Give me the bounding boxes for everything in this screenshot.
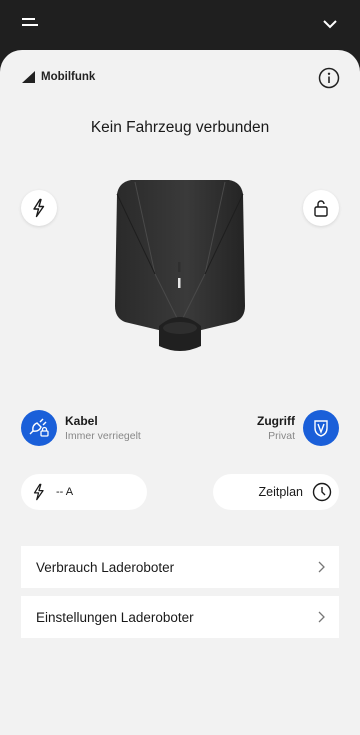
plug-lock-icon [29, 418, 49, 437]
access-icon-circle [303, 410, 339, 446]
chevron-down-icon[interactable] [316, 10, 344, 38]
top-bar [0, 0, 360, 50]
menu-item-settings[interactable]: Einstellungen Laderoboter [21, 596, 339, 638]
lightning-button[interactable] [21, 190, 57, 226]
access-title: Zugriff [257, 414, 295, 428]
current-pill[interactable]: -- A [21, 474, 147, 510]
cable-status[interactable]: Kabel Immer verriegelt [21, 408, 141, 448]
clock-icon [312, 482, 332, 502]
menu-item-consumption[interactable]: Verbrauch Laderoboter [21, 546, 339, 588]
menu-icon[interactable] [16, 10, 44, 38]
menu-item-label: Einstellungen Laderoboter [36, 609, 194, 625]
network-status: Mobilfunk [22, 69, 95, 85]
current-value: -- A [56, 486, 74, 498]
signal-icon [22, 71, 35, 83]
cable-title: Kabel [65, 414, 98, 428]
schedule-label: Zeitplan [258, 485, 303, 499]
network-label: Mobilfunk [41, 71, 96, 83]
schedule-button[interactable]: Zeitplan [213, 474, 339, 510]
shield-icon [314, 420, 328, 437]
cable-subtitle: Immer verriegelt [65, 430, 141, 442]
info-icon[interactable] [318, 67, 340, 89]
lightning-icon [33, 483, 44, 501]
charger-image [115, 180, 245, 351]
menu-item-label: Verbrauch Laderoboter [36, 559, 175, 575]
access-status[interactable]: Zugriff Privat [257, 408, 339, 448]
chevron-right-icon [318, 611, 325, 623]
main-sheet: Mobilfunk Kein Fahrzeug verbunden Kabel … [0, 50, 360, 735]
cable-icon-circle [21, 410, 57, 446]
lightning-icon [33, 198, 45, 218]
chevron-right-icon [318, 561, 325, 573]
unlock-icon [314, 200, 328, 217]
access-subtitle: Privat [268, 430, 295, 442]
unlock-button[interactable] [303, 190, 339, 226]
page-title: Kein Fahrzeug verbunden [90, 119, 270, 136]
